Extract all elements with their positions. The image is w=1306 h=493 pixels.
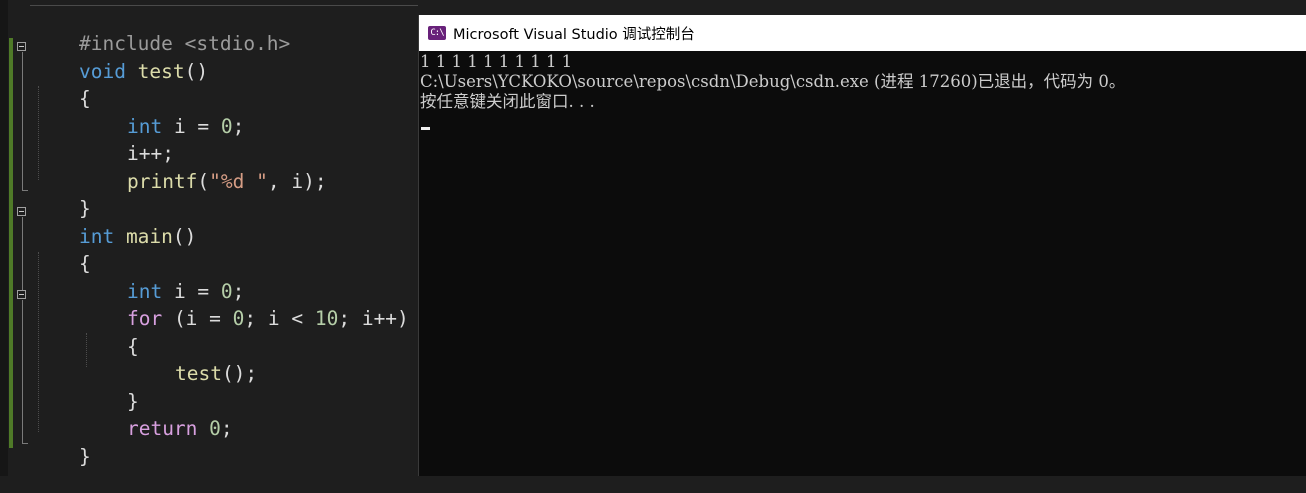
code-line-3: { (32, 63, 91, 110)
code-line-6: printf("%d ", i); (80, 146, 327, 193)
code-line-4: int i = 0; (80, 91, 244, 138)
number-literal: 0 (232, 307, 245, 330)
semicolon: ; (232, 115, 245, 138)
code-editor[interactable]: #include <stdio.h> void test() { int i =… (0, 0, 418, 476)
code-text: (i = (162, 307, 233, 330)
editor-margin (0, 0, 8, 476)
fold-toggle-main-icon[interactable] (17, 207, 26, 216)
parens: () (172, 225, 197, 248)
fold-end-marker (22, 190, 28, 191)
console-output-line-3: 按任意键关闭此窗口. . . (420, 92, 595, 111)
code-line-10: int i = 0; (80, 256, 244, 303)
code-line-16: } (32, 421, 91, 468)
fold-guide-line (22, 300, 23, 443)
fold-guide-line (22, 217, 23, 290)
code-line-15: return 0; (80, 393, 233, 440)
code-text: ; i < (244, 307, 315, 330)
code-line-2: void test() (32, 36, 208, 83)
control-keyword: return (126, 417, 198, 440)
semicolon: ; (220, 417, 233, 440)
console-title: Microsoft Visual Studio 调试控制台 (453, 26, 695, 43)
function-call: printf (126, 170, 198, 193)
function-call: test (174, 362, 222, 385)
function-name: test (125, 60, 185, 83)
code-line-13: test(); (128, 338, 257, 385)
code-text: (); (221, 362, 258, 385)
debug-console-window[interactable]: C:\ Microsoft Visual Studio 调试控制台 1 1 1 … (418, 15, 1306, 476)
code-line-7: } (32, 173, 91, 220)
function-name: main (114, 225, 173, 248)
console-output[interactable]: 1 1 1 1 1 1 1 1 1 1 C:\Users\YCKOKO\sour… (419, 52, 1306, 130)
code-line-12: { (80, 311, 139, 358)
fold-end-marker (22, 443, 28, 444)
console-app-icon: C:\ (428, 26, 446, 40)
code-line-11: for (i = 0; i < 10; i++) (80, 283, 409, 330)
code-line-9: { (32, 228, 91, 275)
code-text: ; i++) (338, 307, 409, 330)
change-tracking-bar (9, 38, 13, 448)
string-literal: "%d " (209, 170, 268, 193)
number-literal: 0 (209, 417, 221, 440)
brace: } (78, 445, 91, 468)
console-output-line-1: 1 1 1 1 1 1 1 1 1 1 (420, 52, 573, 71)
code-text: , i); (267, 170, 327, 193)
number-literal: 10 (314, 307, 339, 330)
paren: ( (197, 170, 210, 193)
fold-toggle-for-icon[interactable] (17, 290, 26, 299)
fold-toggle-test-icon[interactable] (17, 42, 26, 51)
editor-top-divider (30, 0, 418, 6)
fold-guide-line (22, 52, 23, 190)
console-cursor (421, 127, 430, 130)
parens: () (184, 60, 209, 83)
code-line-8: int main() (32, 201, 196, 248)
code-line-5: i++; (80, 118, 174, 165)
code-line-1: #include <stdio.h> (32, 8, 290, 55)
code-line-14: } (80, 366, 139, 413)
console-titlebar[interactable]: C:\ Microsoft Visual Studio 调试控制台 (419, 15, 1306, 51)
console-output-line-2: C:\Users\YCKOKO\source\repos\csdn\Debug\… (420, 72, 1126, 91)
number-literal: 0 (220, 115, 233, 138)
